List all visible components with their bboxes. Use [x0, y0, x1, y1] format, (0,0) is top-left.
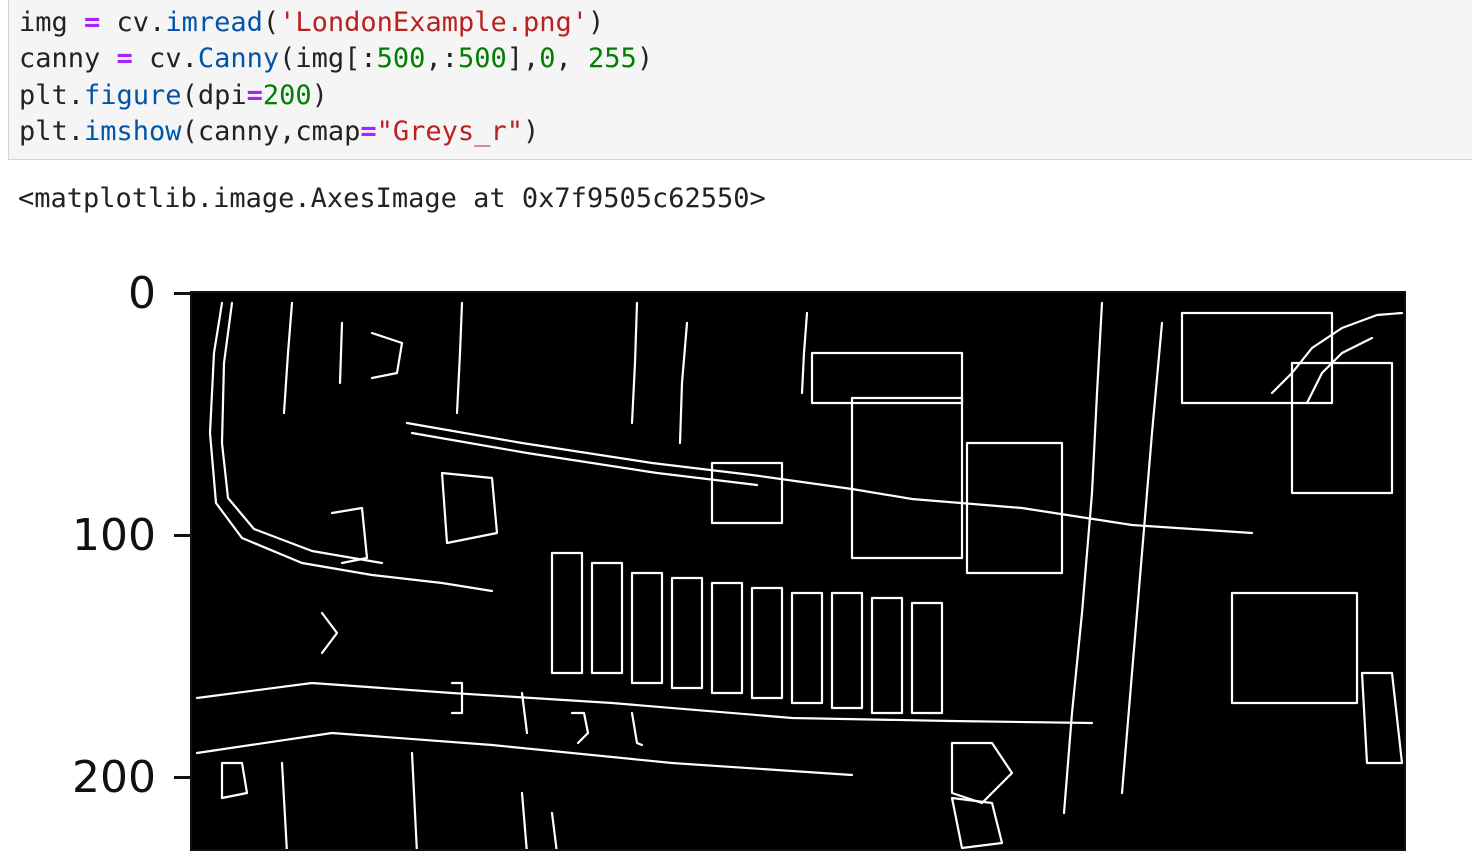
- code-token: plt.: [19, 80, 85, 111]
- plot-output: 0 100 200: [0, 240, 1472, 851]
- code-token: 500: [457, 43, 507, 74]
- code-token: 'LondonExample.png': [279, 7, 588, 38]
- code-token: =: [84, 7, 101, 38]
- cell-output-repr: <matplotlib.image.AxesImage at 0x7f9505c…: [18, 183, 766, 214]
- code-token: imread: [165, 7, 263, 38]
- code-token: "Greys_r": [376, 116, 523, 147]
- code-token: (img[:: [279, 43, 377, 74]
- y-tick-label-0: 0: [128, 268, 156, 319]
- code-cell[interactable]: img = cv.imread('LondonExample.png') can…: [8, 0, 1472, 160]
- code-token: ): [636, 43, 654, 74]
- code-token: (: [262, 7, 280, 38]
- code-token: Canny: [197, 43, 280, 74]
- y-tick-mark-100: [174, 534, 191, 537]
- code-token: ,:: [425, 43, 458, 74]
- code-token: ],: [506, 43, 540, 74]
- edge-lines-drawing: [195, 301, 1404, 849]
- canny-edge-image: [190, 291, 1406, 851]
- code-token: (canny,cmap: [181, 116, 361, 147]
- code-token: 0: [539, 43, 556, 74]
- code-line-2: canny = cv.Canny(img[:500,:500],0, 255): [19, 41, 653, 77]
- code-token: =: [360, 116, 377, 147]
- y-tick-mark-0: [174, 292, 191, 295]
- code-token: imshow: [84, 116, 182, 147]
- code-line-3: plt.figure(dpi=200): [19, 78, 328, 114]
- code-line-4: plt.imshow(canny,cmap="Greys_r"): [19, 114, 539, 150]
- y-tick-label-100: 100: [72, 510, 156, 561]
- code-token: img: [19, 7, 85, 38]
- code-token: 500: [376, 43, 426, 74]
- y-tick-label-200: 200: [72, 752, 156, 803]
- code-token: ): [588, 7, 605, 38]
- code-token: cv.: [100, 7, 166, 38]
- code-token: cv.: [132, 43, 198, 74]
- code-token: plt.: [19, 116, 85, 147]
- code-token: canny: [19, 43, 117, 74]
- code-token: =: [246, 80, 263, 111]
- y-tick-mark-200: [174, 776, 191, 779]
- code-line-1: img = cv.imread('LondonExample.png'): [19, 5, 604, 41]
- code-token: =: [116, 43, 133, 74]
- code-token: figure: [84, 80, 182, 111]
- code-token: (dpi: [181, 80, 247, 111]
- code-token: 255: [588, 43, 637, 74]
- code-token: ): [522, 116, 540, 147]
- code-token: 200: [262, 80, 312, 111]
- code-token: ,: [555, 43, 589, 74]
- code-token: ): [311, 80, 328, 111]
